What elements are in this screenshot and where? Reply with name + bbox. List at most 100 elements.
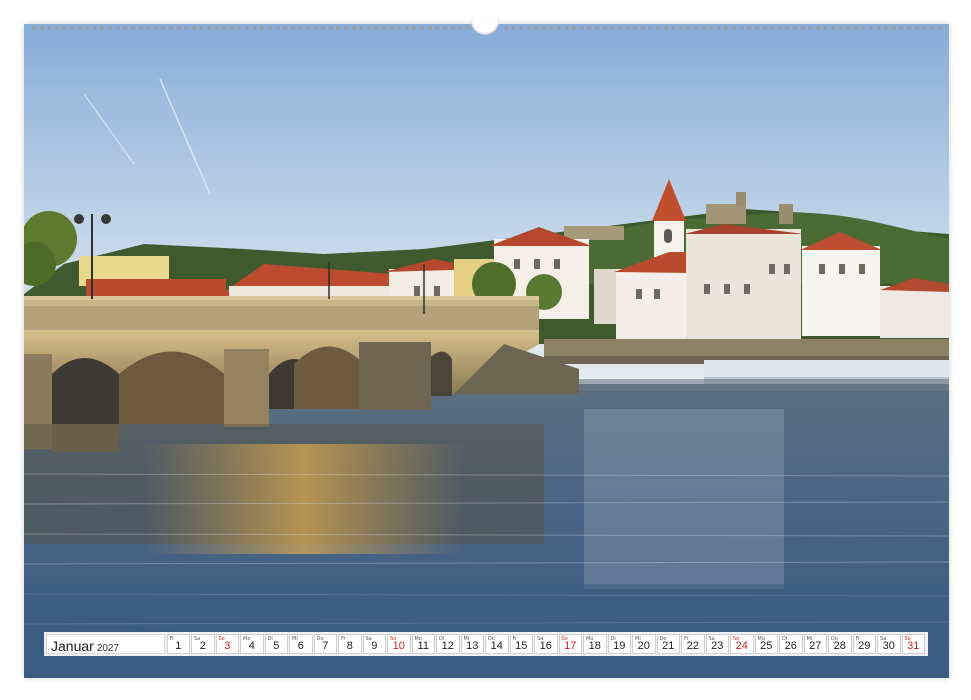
binding-hole [54,26,59,30]
binding-hole [161,26,166,30]
binding-hole [191,26,196,30]
day-cell: Di 12 [436,634,460,654]
day-cell: Mo 11 [411,634,435,654]
calendar-page: Januar 2027 Fr 1 Sa 2 So 3 Mo 4 Di 5 Mi 6 Do 7 Fr 8 Sa 9 S… [0,0,971,700]
day-cell: Di 26 [779,634,803,654]
month-label: Januar 2027 [46,634,165,654]
day-cell: Sa 9 [362,634,386,654]
day-cell: Sa 30 [877,634,901,654]
binding-hole [85,26,90,30]
day-cell: Do 21 [656,634,680,654]
day-number: 21 [662,640,675,652]
binding-hole [404,26,409,30]
day-number: 24 [735,640,748,652]
binding-hole [275,26,280,30]
binding-hole [283,26,288,30]
day-number: 26 [784,640,797,652]
binding-hole [861,26,866,30]
binding-hole [199,26,204,30]
binding-hole [359,26,364,30]
binding-hole [389,26,394,30]
day-number: 30 [882,640,895,652]
day-cell: Do 14 [485,634,509,654]
binding-hole [648,26,653,30]
month-photo [24,24,949,678]
binding-hole [671,26,676,30]
binding-hole [260,26,265,30]
binding-hole [602,26,607,30]
day-cell: Fr 8 [338,634,362,654]
binding-hole [534,26,539,30]
day-number: 28 [833,640,846,652]
calendar-strip: Januar 2027 Fr 1 Sa 2 So 3 Mo 4 Di 5 Mi 6 Do 7 Fr 8 Sa 9 S… [44,632,928,656]
binding-hole [754,26,759,30]
day-number: 3 [224,640,231,652]
day-cell: Mo 4 [240,634,264,654]
binding-hole [869,26,874,30]
day-number: 13 [466,640,479,652]
binding-hole [267,26,272,30]
binding-hole [427,26,432,30]
binding-hole [823,26,828,30]
binding-hole [77,26,82,30]
binding-hole [838,26,843,30]
binding-hole [625,26,630,30]
binding-hole [914,26,919,30]
day-cell: Do 28 [828,634,852,654]
binding-hole [298,26,303,30]
binding-hole [694,26,699,30]
day-number: 19 [613,640,626,652]
day-number: 7 [322,640,329,652]
binding-hole [168,26,173,30]
binding-hole [701,26,706,30]
day-number: 2 [199,640,206,652]
day-number: 5 [273,640,280,652]
day-cell: Mo 25 [754,634,778,654]
binding-hole [572,26,577,30]
day-cell: Sa 2 [191,634,215,654]
day-number: 15 [515,640,528,652]
day-cell: Fr 15 [509,634,533,654]
binding-hole [108,26,113,30]
binding-hole [184,26,189,30]
binding-hole [709,26,714,30]
binding-hole [762,26,767,30]
day-number: 1 [175,640,182,652]
binding-hole [70,26,75,30]
binding-hole [503,26,508,30]
binding-hole [655,26,660,30]
day-cell: Do 7 [313,634,337,654]
binding-hole [663,26,668,30]
day-cell: Sa 23 [705,634,729,654]
binding-hole [519,26,523,30]
day-cell: Mi 6 [289,634,313,654]
binding-hole [792,26,797,30]
binding-hole [343,26,348,30]
binding-hole [876,26,881,30]
day-cell: Fr 1 [166,634,190,654]
day-number: 12 [441,640,454,652]
day-number: 31 [907,640,920,652]
binding-hole [610,26,615,30]
binding-hole [115,26,120,30]
binding-hole [252,26,257,30]
day-number: 16 [539,640,552,652]
day-row: Fr 1 Sa 2 So 3 Mo 4 Di 5 Mi 6 Do 7 Fr 8 Sa 9 So 10 Mo 11 Di 12 M… [166,634,925,654]
binding-hole [853,26,858,30]
day-number: 17 [564,640,577,652]
binding-hole [313,26,318,30]
binding-hole [465,26,470,30]
binding-hole [214,26,219,30]
day-cell: Mi 20 [632,634,656,654]
binding-hole [640,26,645,30]
day-number: 27 [809,640,822,652]
binding-hole [678,26,683,30]
day-cell: Mi 13 [460,634,484,654]
day-cell: Mi 27 [803,634,827,654]
binding-hole [229,26,234,30]
binding-hole [739,26,744,30]
day-number: 23 [711,640,724,652]
day-number: 8 [346,640,353,652]
binding-hole [130,26,135,30]
binding-hole [633,26,638,30]
